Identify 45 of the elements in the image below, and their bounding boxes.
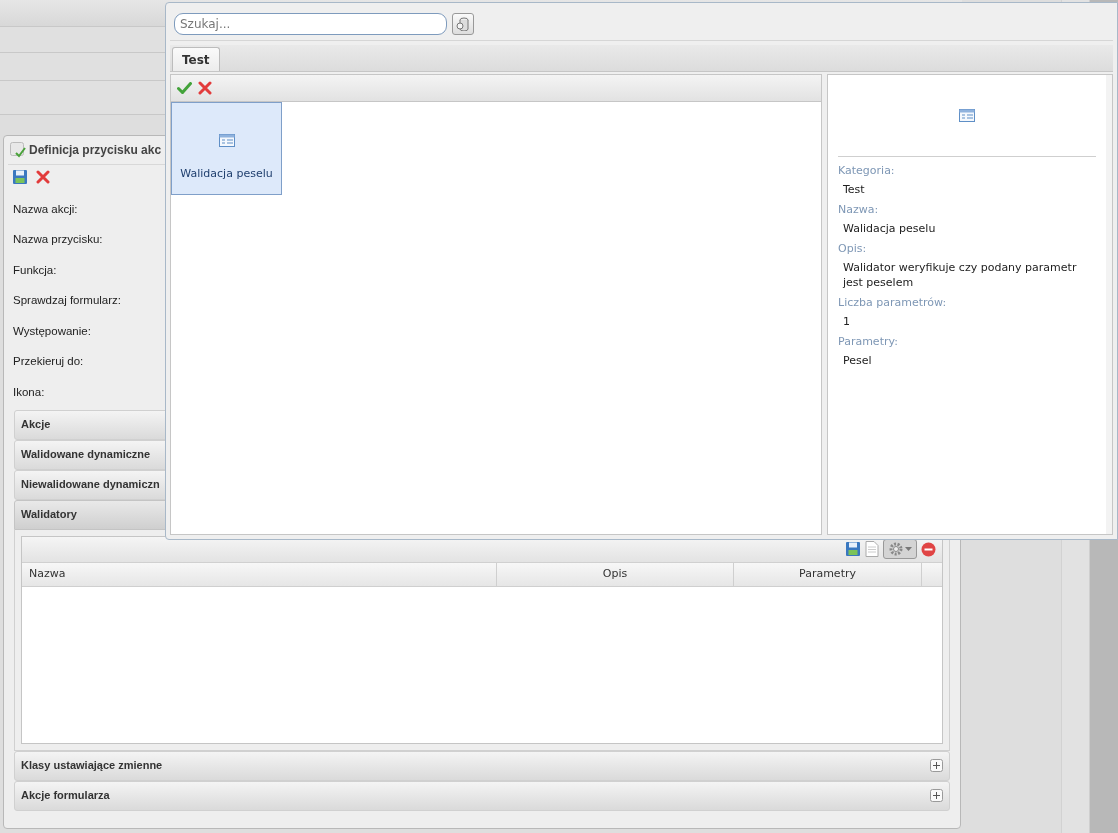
document-icon[interactable] (865, 541, 879, 557)
search-field[interactable]: Szukaj... (174, 12, 447, 35)
expand-icon[interactable] (930, 759, 943, 772)
save-icon[interactable] (12, 168, 28, 185)
detail-value: Test (842, 182, 866, 198)
detail-label: Opis: (838, 241, 868, 256)
form-icon (218, 134, 235, 147)
tab[interactable]: Test (172, 47, 220, 71)
field-label: Nazwa akcji: (13, 201, 78, 217)
detail-value: Walidacja peselu (842, 221, 937, 237)
detail-value: Walidator weryfikuje czy podany parametr jest peselem (842, 260, 1078, 291)
field-label: Nazwa przycisku: (13, 232, 103, 248)
section-header[interactable]: Akcje formularza (14, 780, 950, 811)
column-header[interactable]: Opis (497, 562, 734, 586)
close-icon[interactable] (198, 81, 212, 95)
validator-tile[interactable]: Walidacja peselu (171, 102, 282, 195)
detail-label: Kategoria: (838, 163, 896, 178)
scrollbar[interactable] (1106, 75, 1112, 534)
window-title: Definicja przycisku akc (29, 142, 162, 159)
field-label: Sprawdzaj formularz: (13, 293, 121, 309)
cylinder-icon (456, 16, 470, 31)
detail-value: 1 (842, 314, 851, 330)
gear-icon (888, 542, 903, 556)
gear-dropdown-button[interactable] (883, 539, 917, 559)
field-label: Występowanie: (13, 323, 91, 339)
field-label: Funkcja: (13, 262, 57, 278)
field-label: Przekieruj do: (13, 354, 84, 370)
detail-label: Parametry: (838, 334, 899, 349)
column-header[interactable]: Parametry (734, 562, 922, 586)
checkmark-icon (10, 142, 26, 158)
remove-icon[interactable] (921, 541, 936, 557)
detail-label: Liczba parametrów: (838, 295, 948, 310)
save-icon[interactable] (845, 541, 861, 557)
detail-value: Pesel (842, 353, 873, 369)
checkmark-icon[interactable] (177, 82, 192, 94)
column-header[interactable]: Nazwa (22, 562, 497, 586)
field-label: Ikona: (13, 384, 45, 400)
delete-icon[interactable] (36, 169, 50, 184)
section-header[interactable]: Klasy ustawiające zmienne (14, 750, 950, 781)
detail-label: Nazwa: (838, 202, 880, 217)
caret-icon (904, 547, 912, 551)
tile-label: Walidacja peselu (180, 166, 273, 182)
expand-icon[interactable] (930, 789, 943, 802)
form-icon (959, 109, 975, 122)
search-button[interactable] (452, 12, 474, 35)
